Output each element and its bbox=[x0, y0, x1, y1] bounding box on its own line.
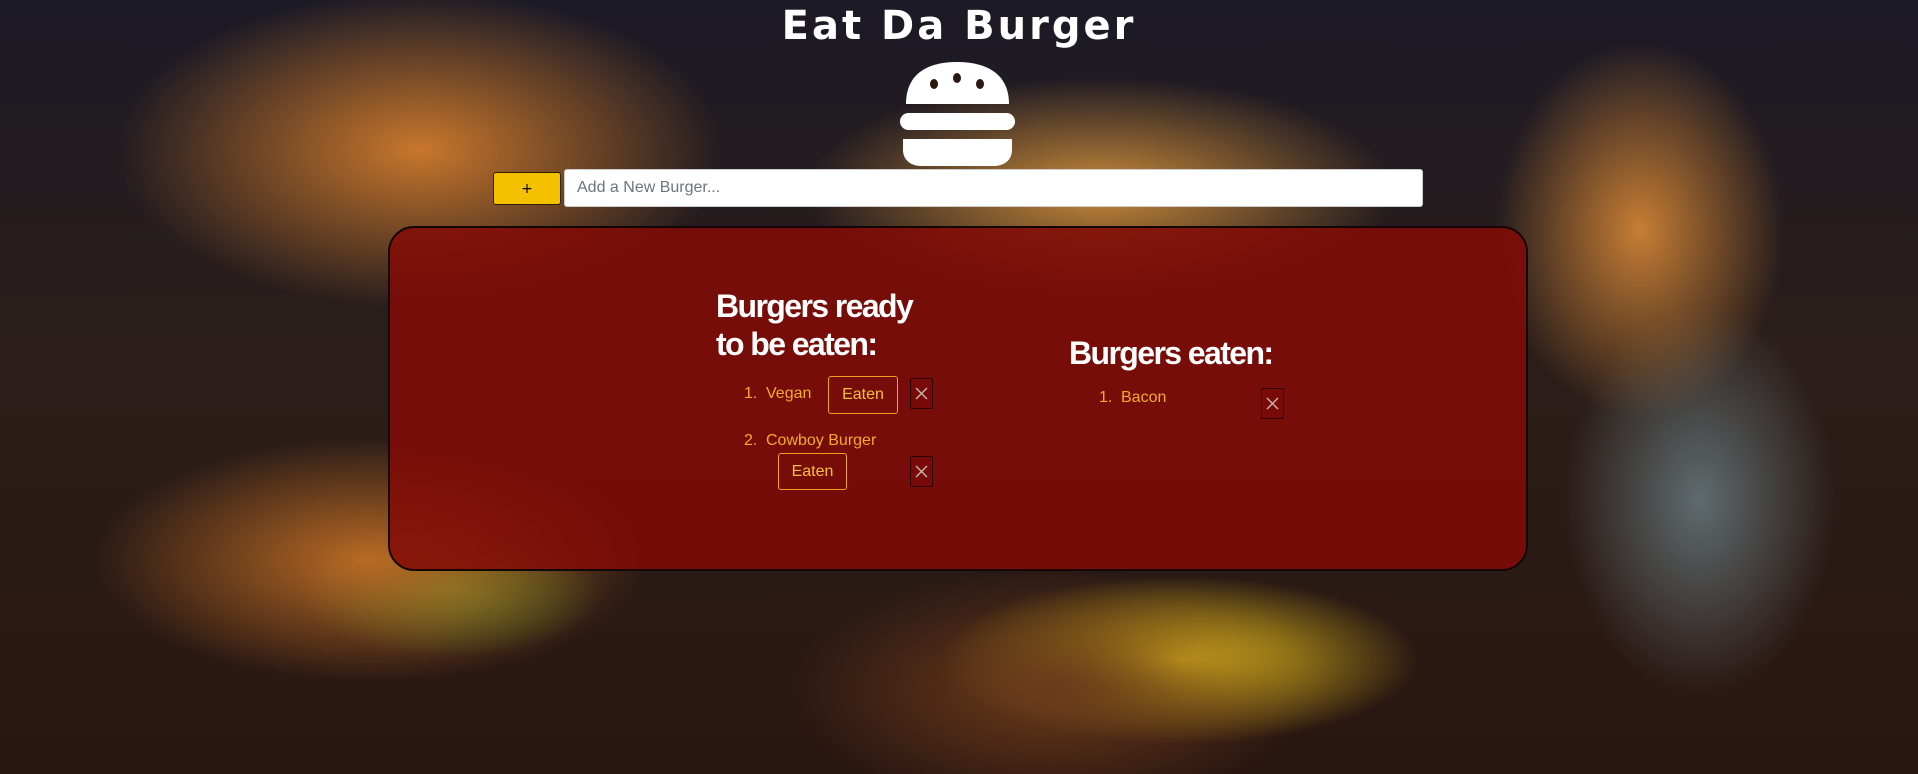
burger-icon bbox=[900, 62, 1015, 166]
delete-button[interactable] bbox=[1261, 388, 1284, 419]
eaten-button[interactable]: Eaten bbox=[828, 376, 898, 414]
delete-button[interactable] bbox=[910, 378, 933, 409]
close-icon bbox=[915, 465, 928, 478]
new-burger-input[interactable] bbox=[564, 169, 1423, 207]
page-title: Eat Da Burger bbox=[781, 3, 1137, 49]
burgers-panel bbox=[388, 226, 1528, 571]
eaten-list-heading: Burgers eaten: bbox=[1069, 335, 1274, 371]
list-item-number: 2. bbox=[744, 432, 758, 449]
list-item-number: 1. bbox=[1099, 389, 1113, 406]
list-item-name: Vegan bbox=[766, 385, 812, 402]
close-icon bbox=[915, 387, 928, 400]
add-burger-button[interactable]: + bbox=[493, 172, 561, 205]
ready-list-heading: Burgers ready to be eaten: bbox=[716, 288, 914, 362]
list-item-number: 1. bbox=[744, 385, 758, 402]
list-item-name: Cowboy Burger bbox=[766, 432, 877, 449]
delete-button[interactable] bbox=[910, 456, 933, 487]
close-icon bbox=[1266, 397, 1279, 410]
list-item-name: Bacon bbox=[1121, 389, 1167, 406]
eaten-button[interactable]: Eaten bbox=[778, 453, 847, 490]
